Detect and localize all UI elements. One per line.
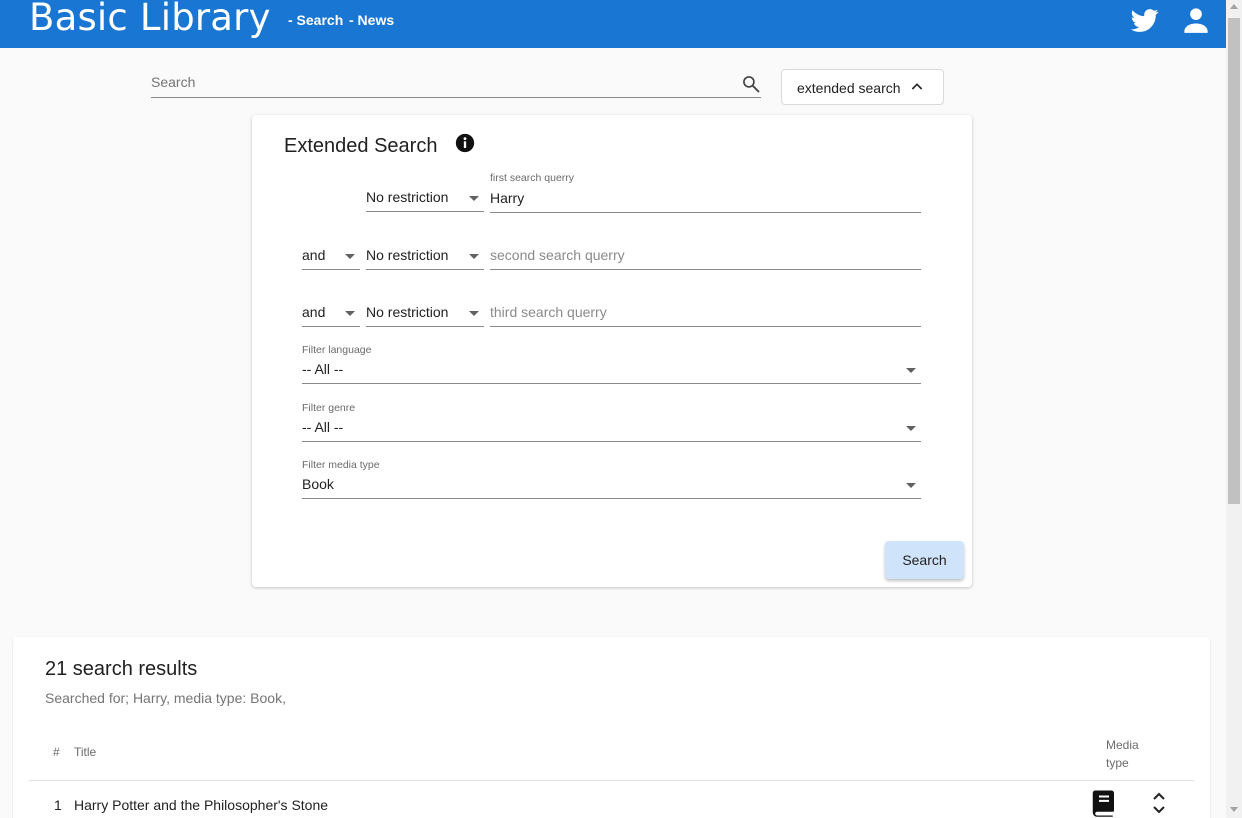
restriction-select-2[interactable]: No restriction: [366, 243, 484, 270]
dropdown-arrow-icon: [345, 311, 355, 316]
filter-genre-label: Filter genre: [302, 402, 356, 414]
extended-search-panel: Extended Search No restriction first sea…: [252, 115, 972, 587]
filter-language-label: Filter language: [302, 344, 372, 356]
filter-media-type-select[interactable]: Book: [302, 472, 921, 499]
extended-search-toggle-button[interactable]: extended search: [781, 69, 944, 105]
account-icon[interactable]: [1182, 6, 1210, 34]
second-query-input[interactable]: [490, 247, 921, 263]
info-icon[interactable]: [455, 133, 475, 153]
column-header-number: #: [53, 745, 60, 759]
first-query-field: [490, 183, 921, 213]
row-number: 1: [54, 797, 62, 813]
extended-search-submit-label: Search: [902, 552, 947, 568]
chevron-up-icon: [911, 83, 923, 90]
brand-title[interactable]: Basic Library: [29, 0, 271, 42]
filter-media-type-label: Filter media type: [302, 459, 380, 471]
restriction-select-3-value: No restriction: [366, 304, 449, 320]
dropdown-arrow-icon: [469, 254, 479, 259]
dropdown-arrow-icon: [469, 196, 479, 201]
operator-select-3[interactable]: and: [302, 300, 360, 327]
third-query-input[interactable]: [490, 304, 921, 320]
extended-search-title: Extended Search: [284, 135, 438, 157]
first-query-input[interactable]: [490, 190, 921, 206]
nav-link-search[interactable]: - Search: [288, 12, 343, 28]
second-query-field: [490, 240, 921, 270]
filter-language-select[interactable]: -- All --: [302, 357, 921, 384]
extended-search-submit-button[interactable]: Search: [885, 541, 964, 579]
column-header-media-type[interactable]: Media type: [1106, 736, 1146, 772]
top-app-bar: Basic Library - Search - News: [0, 0, 1226, 48]
filter-genre-select[interactable]: -- All --: [302, 415, 921, 442]
scroll-up-arrow-icon[interactable]: [1230, 4, 1238, 9]
search-field: [151, 68, 761, 98]
restriction-select-1-value: No restriction: [366, 189, 449, 205]
book-icon: [1092, 790, 1114, 817]
page-scrollbar[interactable]: [1226, 0, 1242, 818]
row-title[interactable]: Harry Potter and the Philosopher's Stone: [74, 797, 328, 813]
operator-select-3-value: and: [302, 304, 326, 320]
dropdown-arrow-icon: [906, 483, 916, 488]
operator-select-2-value: and: [302, 247, 326, 263]
restriction-select-2-value: No restriction: [366, 247, 449, 263]
extended-search-toggle-label: extended search: [797, 80, 901, 96]
expand-toggle-icon[interactable]: [1149, 790, 1169, 816]
results-card: 21 search results Searched for; Harry, m…: [13, 637, 1210, 818]
filter-language-value: -- All --: [302, 361, 344, 377]
results-query-summary: Searched for; Harry, media type: Book,: [45, 690, 286, 706]
filter-genre-value: -- All --: [302, 419, 344, 435]
dropdown-arrow-icon: [906, 426, 916, 431]
column-header-title[interactable]: Title: [74, 745, 96, 759]
operator-select-2[interactable]: and: [302, 243, 360, 270]
nav-link-news[interactable]: - News: [349, 12, 394, 28]
search-input[interactable]: [151, 74, 721, 90]
dropdown-arrow-icon: [469, 311, 479, 316]
search-icon[interactable]: [741, 74, 761, 94]
dropdown-arrow-icon: [906, 368, 916, 373]
third-query-field: [490, 297, 921, 327]
twitter-icon[interactable]: [1131, 6, 1159, 34]
results-count-title: 21 search results: [45, 658, 198, 680]
filter-media-type-value: Book: [302, 476, 334, 492]
restriction-select-3[interactable]: No restriction: [366, 300, 484, 327]
dropdown-arrow-icon: [345, 254, 355, 259]
restriction-select-1[interactable]: No restriction: [366, 185, 484, 212]
table-row[interactable]: 1 Harry Potter and the Philosopher's Sto…: [29, 781, 1194, 818]
scroll-down-arrow-icon[interactable]: [1230, 807, 1238, 812]
scrollbar-thumb[interactable]: [1228, 18, 1240, 504]
